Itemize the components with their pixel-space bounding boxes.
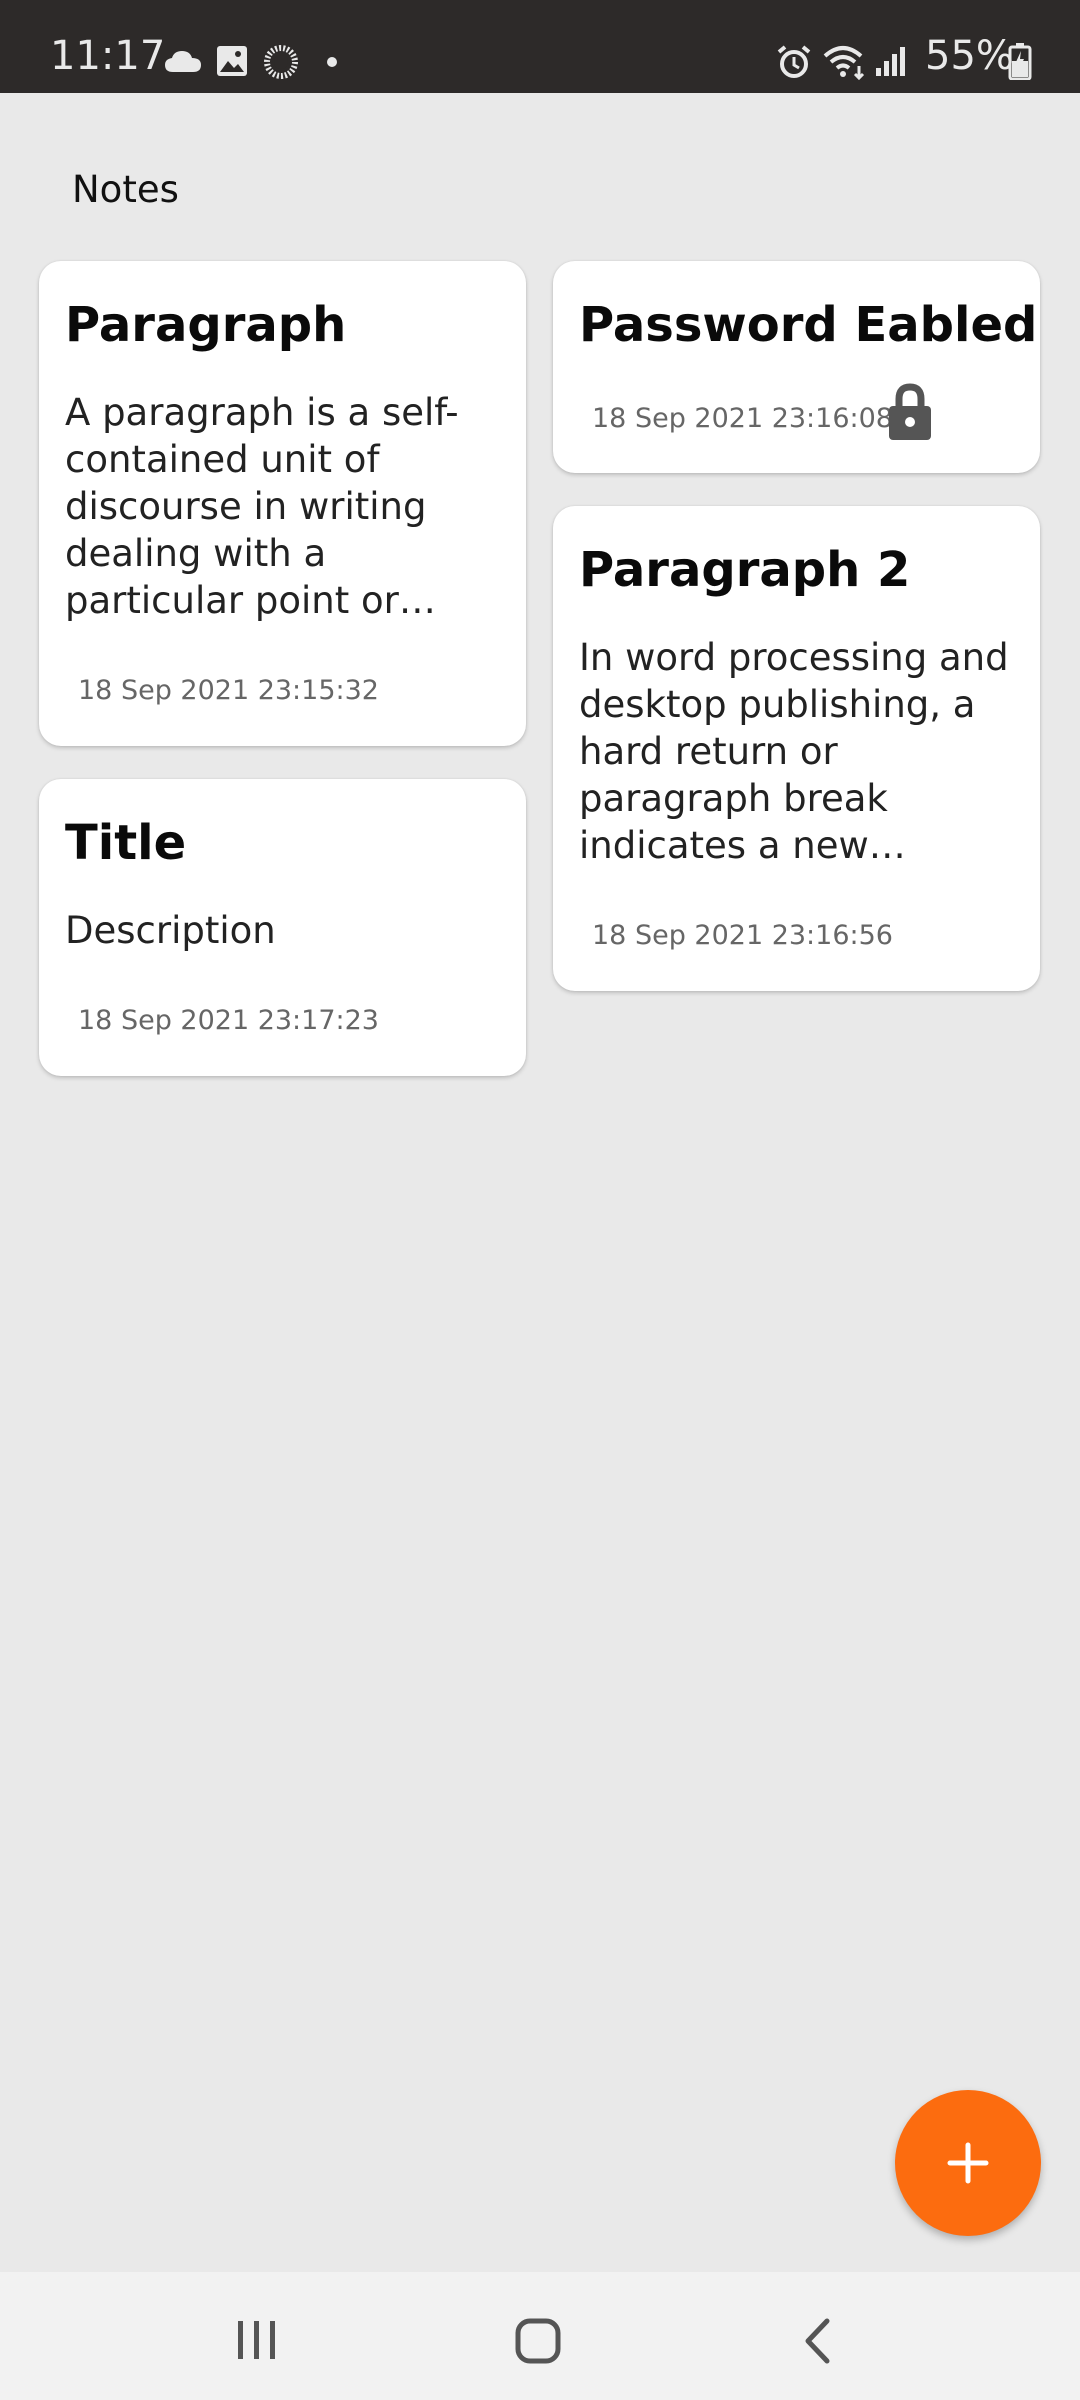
battery-percent: 55%: [925, 33, 1014, 79]
note-body: In word processing and desktop publishin…: [579, 636, 1009, 867]
note-title: Password Eabled: [579, 297, 1038, 353]
note-title: Title: [65, 815, 187, 871]
note-date: 18 Sep 2021 23:16:56: [592, 920, 893, 951]
status-time: 11:17: [50, 33, 166, 79]
wifi-icon: [823, 46, 865, 80]
note-card-paragraph-2[interactable]: Paragraph 2 In word processing and deskt…: [553, 506, 1040, 991]
note-card-title[interactable]: Title Description 18 Sep 2021 23:17:23: [39, 779, 526, 1076]
battery-icon: [1008, 43, 1032, 80]
note-body: Description: [65, 909, 276, 952]
sync-icon: [264, 45, 298, 79]
image-icon: [217, 46, 247, 76]
dot-icon: [327, 57, 337, 67]
signal-icon: [876, 47, 905, 76]
note-title: Paragraph: [65, 297, 347, 353]
note-card-password[interactable]: Password Eabled 18 Sep 2021 23:16:08: [553, 261, 1040, 473]
navigation-bar: [0, 2272, 1080, 2400]
plus-icon: [947, 2142, 989, 2184]
page-title: Notes: [72, 168, 179, 211]
status-bar: 11:17 55%: [0, 0, 1080, 93]
note-date: 18 Sep 2021 23:17:23: [78, 1005, 379, 1036]
add-note-button[interactable]: [895, 2090, 1041, 2236]
recent-apps-icon[interactable]: [234, 2319, 280, 2361]
note-title: Paragraph 2: [579, 542, 911, 598]
home-icon[interactable]: [515, 2318, 561, 2364]
note-date: 18 Sep 2021 23:16:08: [592, 403, 893, 434]
note-date: 18 Sep 2021 23:15:32: [78, 675, 379, 706]
note-body: A paragraph is a self-contained unit of …: [65, 391, 459, 622]
cloud-icon: [165, 51, 201, 72]
note-card-paragraph[interactable]: Paragraph A paragraph is a self-containe…: [39, 261, 526, 746]
alarm-icon: [777, 45, 811, 78]
lock-icon: [889, 383, 931, 440]
back-icon[interactable]: [802, 2317, 832, 2365]
